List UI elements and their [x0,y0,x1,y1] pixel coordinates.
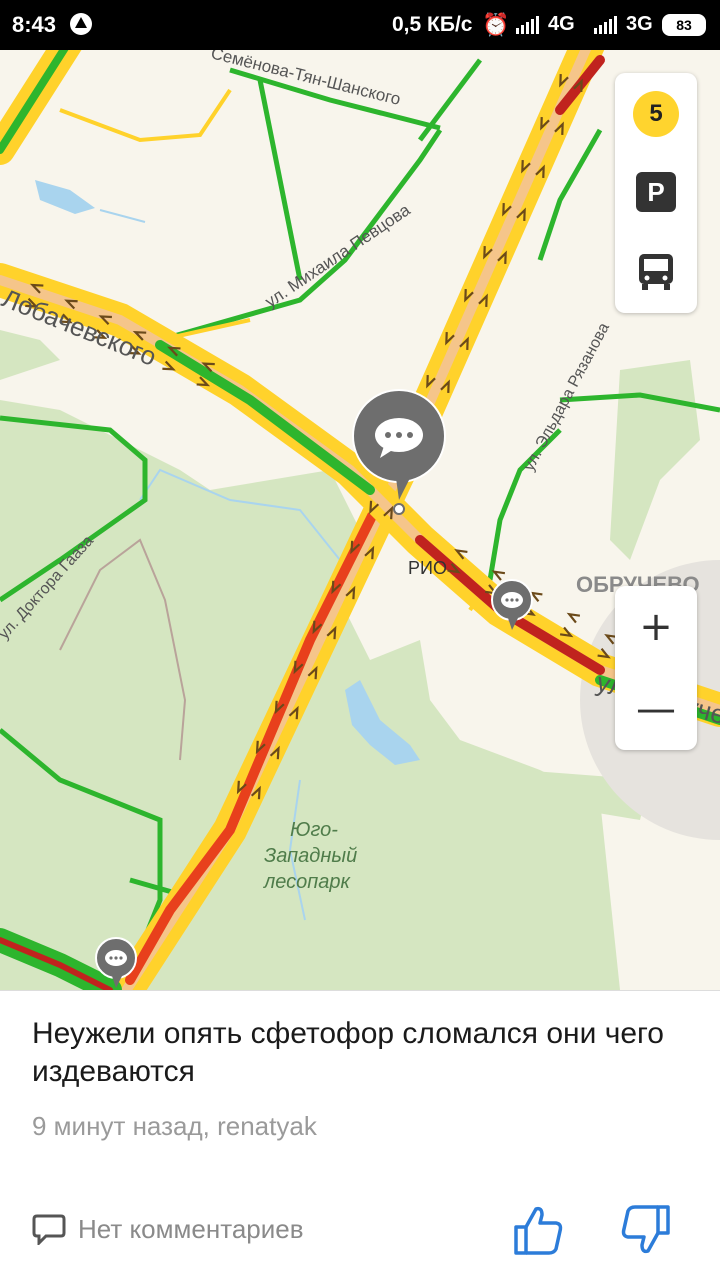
signal-icon [594,16,617,34]
parking-layer-button[interactable]: P [615,157,697,227]
status-bar: 8:43 0,5 КБ/с ⏰ 4G 3G 83 [0,0,720,50]
zoom-out-button[interactable]: — [615,668,697,750]
navigation-app-icon [70,13,92,35]
transit-bus-icon [639,254,673,290]
comment-icon [32,1214,66,1245]
comments-link[interactable]: Нет комментариев [32,1213,304,1245]
parking-icon: P [636,172,676,212]
event-card: Неужели опять сфетофор сломался они чего… [0,990,720,1281]
signal-icon [516,16,539,34]
park-label-line1: Юго- [290,819,338,841]
map-view[interactable]: Семёнова-Тян-Шанского ул. Михаила Певцов… [0,50,720,990]
alarm-icon: ⏰ [482,12,510,37]
park-label-line2: Западный [264,845,357,867]
traffic-level-icon: 5 [633,91,679,137]
status-time: 8:43 [12,12,57,37]
network-type-1: 4G [548,13,575,35]
comments-label: Нет комментариев [78,1213,304,1244]
event-title: Неужели опять сфетофор сломался они чего… [32,1017,664,1088]
thumbs-up-icon[interactable] [512,1203,566,1257]
network-type-2: 3G [626,13,653,35]
map-layers-panel: 5 P [615,73,697,313]
transit-layer-button[interactable] [615,237,697,307]
park-label-line3: лесопарк [263,871,352,893]
event-meta: 9 минут назад, renatyak [32,1111,317,1141]
zoom-in-button[interactable]: + [615,586,697,668]
battery-icon: 83 [662,14,706,36]
thumbs-down-icon[interactable] [618,1203,672,1257]
network-speed: 0,5 КБ/с [392,13,473,36]
traffic-layer-button[interactable]: 5 [615,79,697,149]
place-label-rio: РИО [408,558,447,578]
zoom-controls: + — [615,586,697,750]
